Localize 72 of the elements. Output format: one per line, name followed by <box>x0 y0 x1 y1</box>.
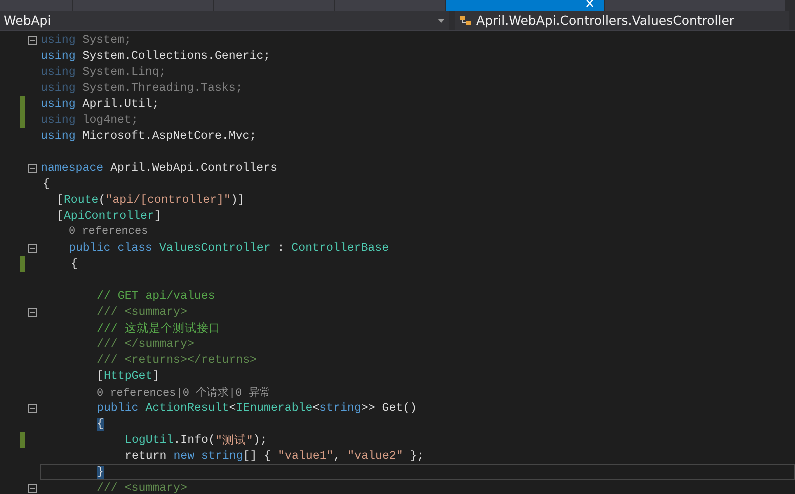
code-token: < <box>229 402 236 414</box>
code-token: { <box>97 418 104 430</box>
code-token: { <box>43 178 50 190</box>
code-token: )] <box>230 194 245 206</box>
collapse-icon[interactable] <box>28 244 38 252</box>
code-token: /// </summary> <box>97 338 194 350</box>
code-token: IEnumerable <box>236 402 313 414</box>
code-token: return <box>125 450 168 462</box>
code-token: Microsoft.AspNetCore.Mvc; <box>82 130 257 142</box>
code-token: using <box>41 98 76 110</box>
code-token: { <box>71 258 78 270</box>
code-token: .Info( <box>174 434 216 446</box>
code-token: LogUtil <box>125 434 174 446</box>
code-token: using <box>41 66 76 78</box>
collapse-icon[interactable] <box>28 36 38 44</box>
code-token: "api/[controller]" <box>106 194 231 206</box>
code-token: ] <box>154 210 162 222</box>
code-token: }; <box>409 450 424 462</box>
code-token: new string <box>174 450 244 462</box>
code-token: [ <box>57 194 64 206</box>
code-token: /// 这就是个测试接口 <box>97 321 221 336</box>
code-token: namespace <box>41 162 104 174</box>
code-token: log4net; <box>82 114 138 126</box>
code-lens[interactable]: 0 references|0 个请求|0 异常 <box>97 384 271 400</box>
code-token: /// <returns></returns> <box>97 354 258 366</box>
code-token: ValuesController <box>159 242 271 254</box>
code-token: [] { <box>243 450 272 462</box>
collapse-icon[interactable] <box>28 484 38 492</box>
code-token: ControllerBase <box>292 242 390 254</box>
code-token: [ <box>97 370 104 382</box>
code-token: ActionResult <box>146 402 230 414</box>
code-token: ); <box>253 434 268 446</box>
code-token: "value1" <box>278 450 334 462</box>
code-token: string <box>320 402 362 414</box>
code-token: "测试" <box>215 434 254 448</box>
code-token: System; <box>82 34 132 46</box>
code-token: System.Collections.Generic; <box>82 50 271 62</box>
code-token: using <box>41 50 76 62</box>
code-token: >> Get() <box>361 402 418 414</box>
code-token: : <box>276 242 286 254</box>
collapse-icon[interactable] <box>28 164 38 172</box>
code-token: using <box>41 130 76 142</box>
project-dropdown[interactable]: WebApi <box>0 11 449 30</box>
code-token: using <box>41 114 76 126</box>
close-icon[interactable] <box>586 0 594 7</box>
code-token: ( <box>98 194 106 206</box>
code-token: HttpGet <box>104 370 153 382</box>
code-token: ApiController <box>64 210 154 222</box>
code-token: < <box>312 402 320 414</box>
code-token: April.WebApi.Controllers <box>110 162 278 174</box>
code-token: } <box>97 466 104 478</box>
code-token: using <box>41 82 76 94</box>
code-token: [ <box>57 210 64 222</box>
class-icon <box>458 14 473 26</box>
code-token: April.Util; <box>82 98 160 110</box>
code-token: System.Linq; <box>82 66 166 78</box>
member-dropdown[interactable]: April.WebApi.Controllers.ValuesController <box>454 11 789 30</box>
code-token: /// <summary> <box>97 306 188 318</box>
code-token: , <box>334 450 342 462</box>
code-token: "value2" <box>348 450 404 462</box>
code-token: using <box>41 34 76 46</box>
collapse-icon[interactable] <box>28 308 38 316</box>
code-token: System.Threading.Tasks; <box>82 82 243 94</box>
code-token: public <box>97 402 140 414</box>
code-token: // GET api/values <box>97 290 216 302</box>
code-token: /// <summary> <box>97 482 188 494</box>
code-lens[interactable]: 0 references <box>69 226 148 238</box>
code-token: ] <box>152 370 160 382</box>
code-token: Route <box>64 194 99 206</box>
code-token: public class <box>69 242 154 254</box>
caret-icon <box>438 18 445 22</box>
collapse-icon[interactable] <box>28 404 38 412</box>
